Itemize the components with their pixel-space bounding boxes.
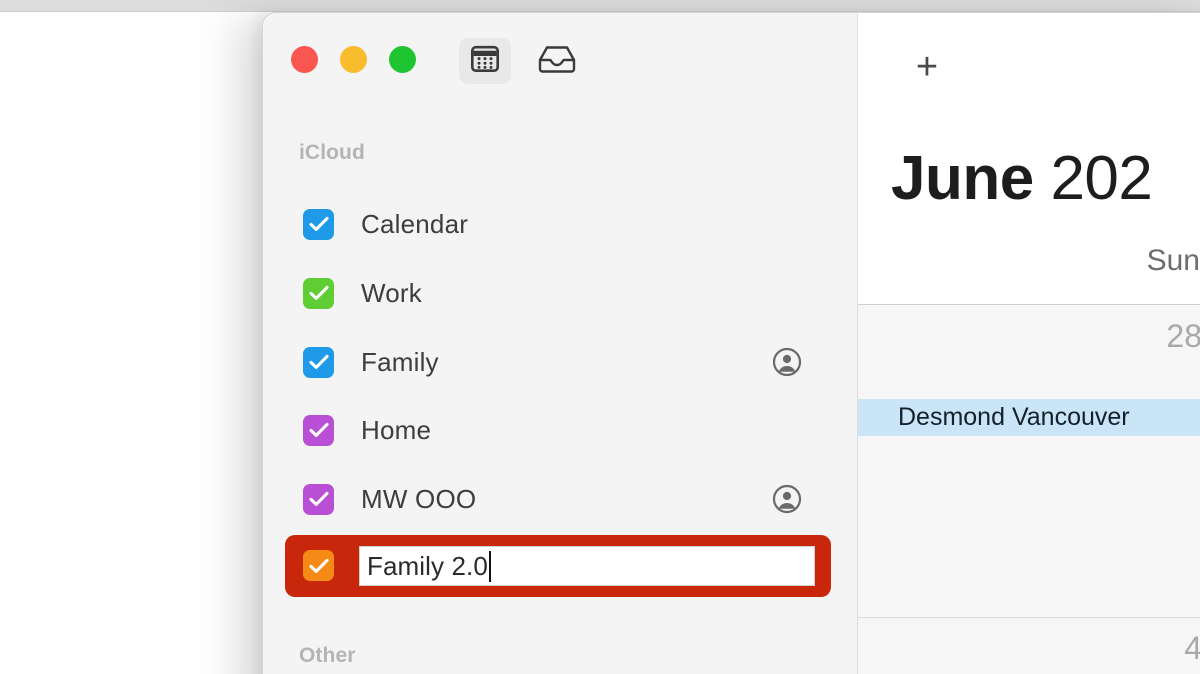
calendar-icon [470,45,499,77]
sidebar-section-other: Other [299,644,356,667]
new-calendar-edit-row: Family 2.0 [285,535,831,597]
event-chip[interactable]: Desmond Vancouver [858,399,1200,436]
month-label: June [891,144,1034,213]
sidebar-item-label: MW OOO [361,483,477,514]
day-number: 4 [1184,630,1200,667]
shared-calendar-icon[interactable] [772,484,802,514]
day-cell[interactable]: 28 Desmond Vancouver [858,306,1200,618]
shared-calendar-icon[interactable] [772,347,802,377]
add-event-button[interactable]: + [908,48,946,86]
checkbox-new-calendar[interactable] [303,550,334,581]
window-controls [291,46,416,73]
minimize-button[interactable] [340,46,367,73]
screen: iCloud Calendar Work Family Home MW OOO … [0,0,1200,674]
desktop-top-strip [0,0,1200,12]
day-number: 28 [1166,318,1200,354]
checkbox-family[interactable] [303,346,334,378]
sidebar-item-work[interactable]: Work [263,270,856,316]
page-title: June 202 [891,143,1153,214]
zoom-button[interactable] [389,46,416,73]
sidebar-toolbar [459,38,583,84]
inbox-view-button[interactable] [531,38,583,84]
day-cell[interactable]: 4 [858,618,1200,674]
calendar-view-button[interactable] [459,38,511,84]
close-button[interactable] [291,46,318,73]
checkbox-calendar[interactable] [303,208,334,240]
text-caret [488,550,491,582]
calendar-pane: + June 202 Sun 28 Desmond Vancouver 4 [857,13,1200,674]
sidebar-item-label: Home [361,414,432,445]
inbox-icon [538,44,576,79]
checkbox-mw-ooo[interactable] [303,483,334,515]
calendar-window: iCloud Calendar Work Family Home MW OOO … [262,12,1200,674]
calendar-name-value: Family 2.0 [367,551,488,581]
calendar-name-input[interactable]: Family 2.0 [359,546,815,586]
checkbox-work[interactable] [303,277,334,309]
sidebar-item-label: Family [361,346,439,377]
sidebar-item-mw-ooo[interactable]: MW OOO [263,476,856,522]
sidebar-item-label: Work [361,277,422,308]
year-label: 202 [1050,144,1153,213]
weekday-header-sun: Sun [1146,244,1200,277]
sidebar: iCloud Calendar Work Family Home MW OOO … [263,13,856,674]
sidebar-item-calendar[interactable]: Calendar [263,201,856,247]
checkbox-home[interactable] [303,414,334,446]
sidebar-item-family[interactable]: Family [263,339,856,385]
sidebar-section-icloud: iCloud [299,141,365,164]
calendar-header: + June 202 Sun [858,13,1200,305]
sidebar-item-label: Calendar [361,208,469,239]
sidebar-item-home[interactable]: Home [263,407,856,453]
